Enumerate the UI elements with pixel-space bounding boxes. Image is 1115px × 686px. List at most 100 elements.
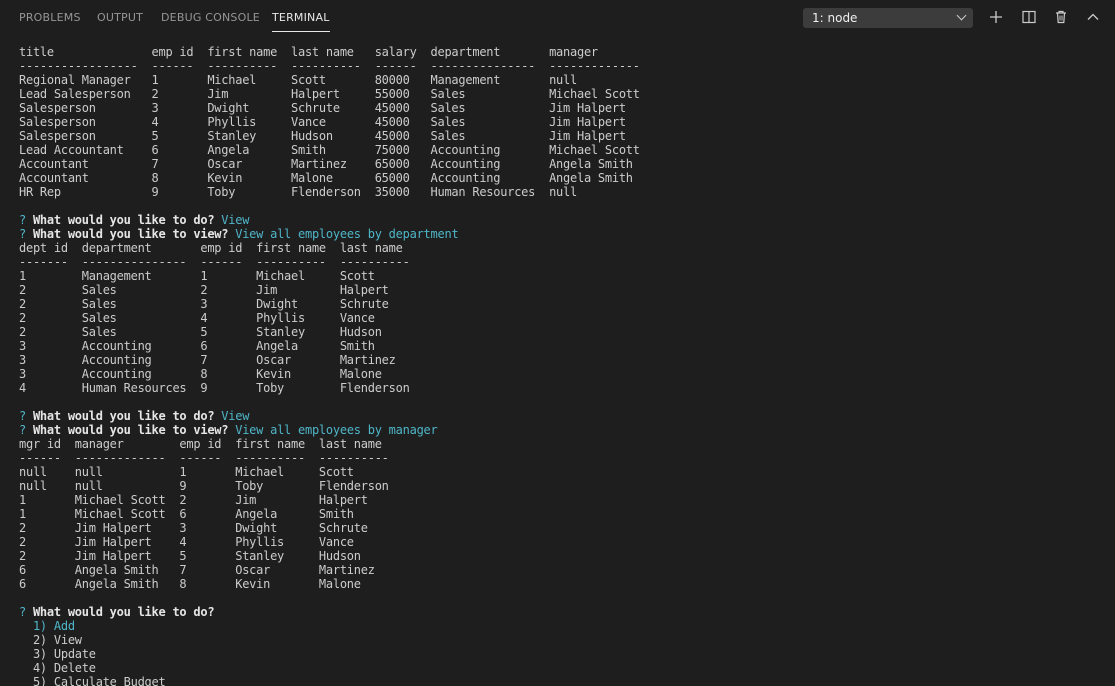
terminal-line: 3 Accounting 8 Kevin Malone (19, 367, 1109, 381)
terminal-text: Salesperson 5 Stanley Hudson 45000 Sales… (19, 129, 626, 143)
plus-icon[interactable] (988, 9, 1004, 25)
prompt-answer: View all employees by manager (228, 423, 438, 437)
prompt-question: What would you like to do? (32, 605, 215, 619)
prompt-question: What would you like to view? (32, 227, 229, 241)
terminal-line: Lead Accountant 6 Angela Smith 75000 Acc… (19, 143, 1109, 157)
prompt-answer: View (214, 409, 250, 423)
terminal-text: title emp id first name last name salary… (19, 45, 598, 59)
terminal-text: null null 1 Michael Scott (19, 465, 354, 479)
terminal-text: Accountant 8 Kevin Malone 65000 Accounti… (19, 171, 633, 185)
terminal-text: Lead Accountant 6 Angela Smith 75000 Acc… (19, 143, 640, 157)
terminal-line: HR Rep 9 Toby Flenderson 35000 Human Res… (19, 185, 1109, 199)
terminal-line: ? What would you like to do? View (19, 409, 1109, 423)
prompt-marker: ? (19, 409, 33, 423)
prompt-answer: View (214, 213, 250, 227)
tab-terminal[interactable]: TERMINAL (272, 11, 330, 32)
terminal-line: ----------------- ------ ---------- ----… (19, 59, 1109, 73)
terminal-text: Lead Salesperson 2 Jim Halpert 55000 Sal… (19, 87, 640, 101)
terminal-text: 2 Jim Halpert 5 Stanley Hudson (19, 549, 361, 563)
terminal-line: 2 Sales 2 Jim Halpert (19, 283, 1109, 297)
terminal-output[interactable]: title emp id first name last name salary… (19, 45, 1109, 686)
terminal-line: 3 Accounting 6 Angela Smith (19, 339, 1109, 353)
terminal-line: dept id department emp id first name las… (19, 241, 1109, 255)
chevron-down-icon (956, 10, 967, 21)
terminal-text: 2 Jim Halpert 4 Phyllis Vance (19, 535, 354, 549)
prompt-marker: ? (19, 423, 33, 437)
terminal-selector-dropdown[interactable]: 1: node (803, 8, 973, 28)
prompt-answer: View all employees by department (228, 227, 459, 241)
terminal-line: null null 1 Michael Scott (19, 465, 1109, 479)
chevron-up-icon[interactable] (1085, 9, 1101, 25)
terminal-text: 6 Angela Smith 8 Kevin Malone (19, 577, 361, 591)
terminal-line: 5) Calculate Budget (19, 675, 1109, 686)
prompt-marker: ? (19, 227, 33, 241)
terminal-line: Salesperson 4 Phyllis Vance 45000 Sales … (19, 115, 1109, 129)
trash-icon[interactable] (1053, 9, 1069, 25)
terminal-line: Regional Manager 1 Michael Scott 80000 M… (19, 73, 1109, 87)
tab-debug-console[interactable]: DEBUG CONSOLE (161, 11, 260, 25)
terminal-text: 1 Management 1 Michael Scott (19, 269, 375, 283)
prompt-answer: 1) Add (19, 619, 75, 633)
terminal-line: Accountant 7 Oscar Martinez 65000 Accoun… (19, 157, 1109, 171)
terminal-text: Salesperson 4 Phyllis Vance 45000 Sales … (19, 115, 626, 129)
terminal-line: 3 Accounting 7 Oscar Martinez (19, 353, 1109, 367)
terminal-text: Accountant 7 Oscar Martinez 65000 Accoun… (19, 157, 633, 171)
terminal-line: 2 Jim Halpert 3 Dwight Schrute (19, 521, 1109, 535)
terminal-text: 3) Update (19, 647, 96, 661)
terminal-text: 3 Accounting 6 Angela Smith (19, 339, 375, 353)
terminal-text: ----------------- ------ ---------- ----… (19, 59, 640, 73)
terminal-line: 2) View (19, 633, 1109, 647)
terminal-line: 6 Angela Smith 7 Oscar Martinez (19, 563, 1109, 577)
terminal-text: 2 Sales 4 Phyllis Vance (19, 311, 375, 325)
prompt-question: What would you like to do? (32, 409, 215, 423)
terminal-line: 2 Sales 4 Phyllis Vance (19, 311, 1109, 325)
terminal-line: 2 Jim Halpert 4 Phyllis Vance (19, 535, 1109, 549)
terminal-line: ? What would you like to do? View (19, 213, 1109, 227)
tab-problems[interactable]: PROBLEMS (19, 11, 81, 25)
prompt-question: What would you like to view? (32, 423, 229, 437)
terminal-line: ? What would you like to do? (19, 605, 1109, 619)
prompt-question: What would you like to do? (32, 213, 215, 227)
panel-tab-bar: PROBLEMS OUTPUT DEBUG CONSOLE TERMINAL 1… (0, 0, 1115, 35)
terminal-line: ? What would you like to view? View all … (19, 423, 1109, 437)
terminal-text: dept id department emp id first name las… (19, 241, 403, 255)
terminal-line: null null 9 Toby Flenderson (19, 479, 1109, 493)
terminal-text: Salesperson 3 Dwight Schrute 45000 Sales… (19, 101, 626, 115)
terminal-line: 4 Human Resources 9 Toby Flenderson (19, 381, 1109, 395)
terminal-line: 1 Michael Scott 6 Angela Smith (19, 507, 1109, 521)
terminal-text: 2) View (19, 633, 82, 647)
terminal-line: Lead Salesperson 2 Jim Halpert 55000 Sal… (19, 87, 1109, 101)
prompt-marker: ? (19, 213, 33, 227)
terminal-text: Regional Manager 1 Michael Scott 80000 M… (19, 73, 577, 87)
terminal-text: mgr id manager emp id first name last na… (19, 437, 382, 451)
terminal-text: ------ ------------- ------ ---------- -… (19, 451, 389, 465)
terminal-line: 1) Add (19, 619, 1109, 633)
terminal-text: ------- --------------- ------ ---------… (19, 255, 410, 269)
terminal-line: ------- --------------- ------ ---------… (19, 255, 1109, 269)
terminal-text: 6 Angela Smith 7 Oscar Martinez (19, 563, 375, 577)
prompt-marker: ? (19, 605, 33, 619)
terminal-text: 3 Accounting 7 Oscar Martinez (19, 353, 396, 367)
terminal-line: 2 Sales 3 Dwight Schrute (19, 297, 1109, 311)
terminal-line: 6 Angela Smith 8 Kevin Malone (19, 577, 1109, 591)
split-editor-icon[interactable] (1021, 9, 1037, 25)
terminal-text: 2 Jim Halpert 3 Dwight Schrute (19, 521, 368, 535)
terminal-line: ? What would you like to view? View all … (19, 227, 1109, 241)
terminal-text: HR Rep 9 Toby Flenderson 35000 Human Res… (19, 185, 577, 199)
terminal-text: 1 Michael Scott 6 Angela Smith (19, 507, 354, 521)
terminal-text: 2 Sales 5 Stanley Hudson (19, 325, 382, 339)
terminal-line: 2 Jim Halpert 5 Stanley Hudson (19, 549, 1109, 563)
terminal-selector-value: 1: node (812, 11, 858, 25)
terminal-line: title emp id first name last name salary… (19, 45, 1109, 59)
terminal-line: Salesperson 5 Stanley Hudson 45000 Sales… (19, 129, 1109, 143)
terminal-line: mgr id manager emp id first name last na… (19, 437, 1109, 451)
terminal-text: 5) Calculate Budget (19, 675, 166, 686)
terminal-line: ------ ------------- ------ ---------- -… (19, 451, 1109, 465)
terminal-text: null null 9 Toby Flenderson (19, 479, 389, 493)
terminal-text: 2 Sales 2 Jim Halpert (19, 283, 389, 297)
tab-output[interactable]: OUTPUT (97, 11, 143, 25)
terminal-text: 4 Human Resources 9 Toby Flenderson (19, 381, 410, 395)
